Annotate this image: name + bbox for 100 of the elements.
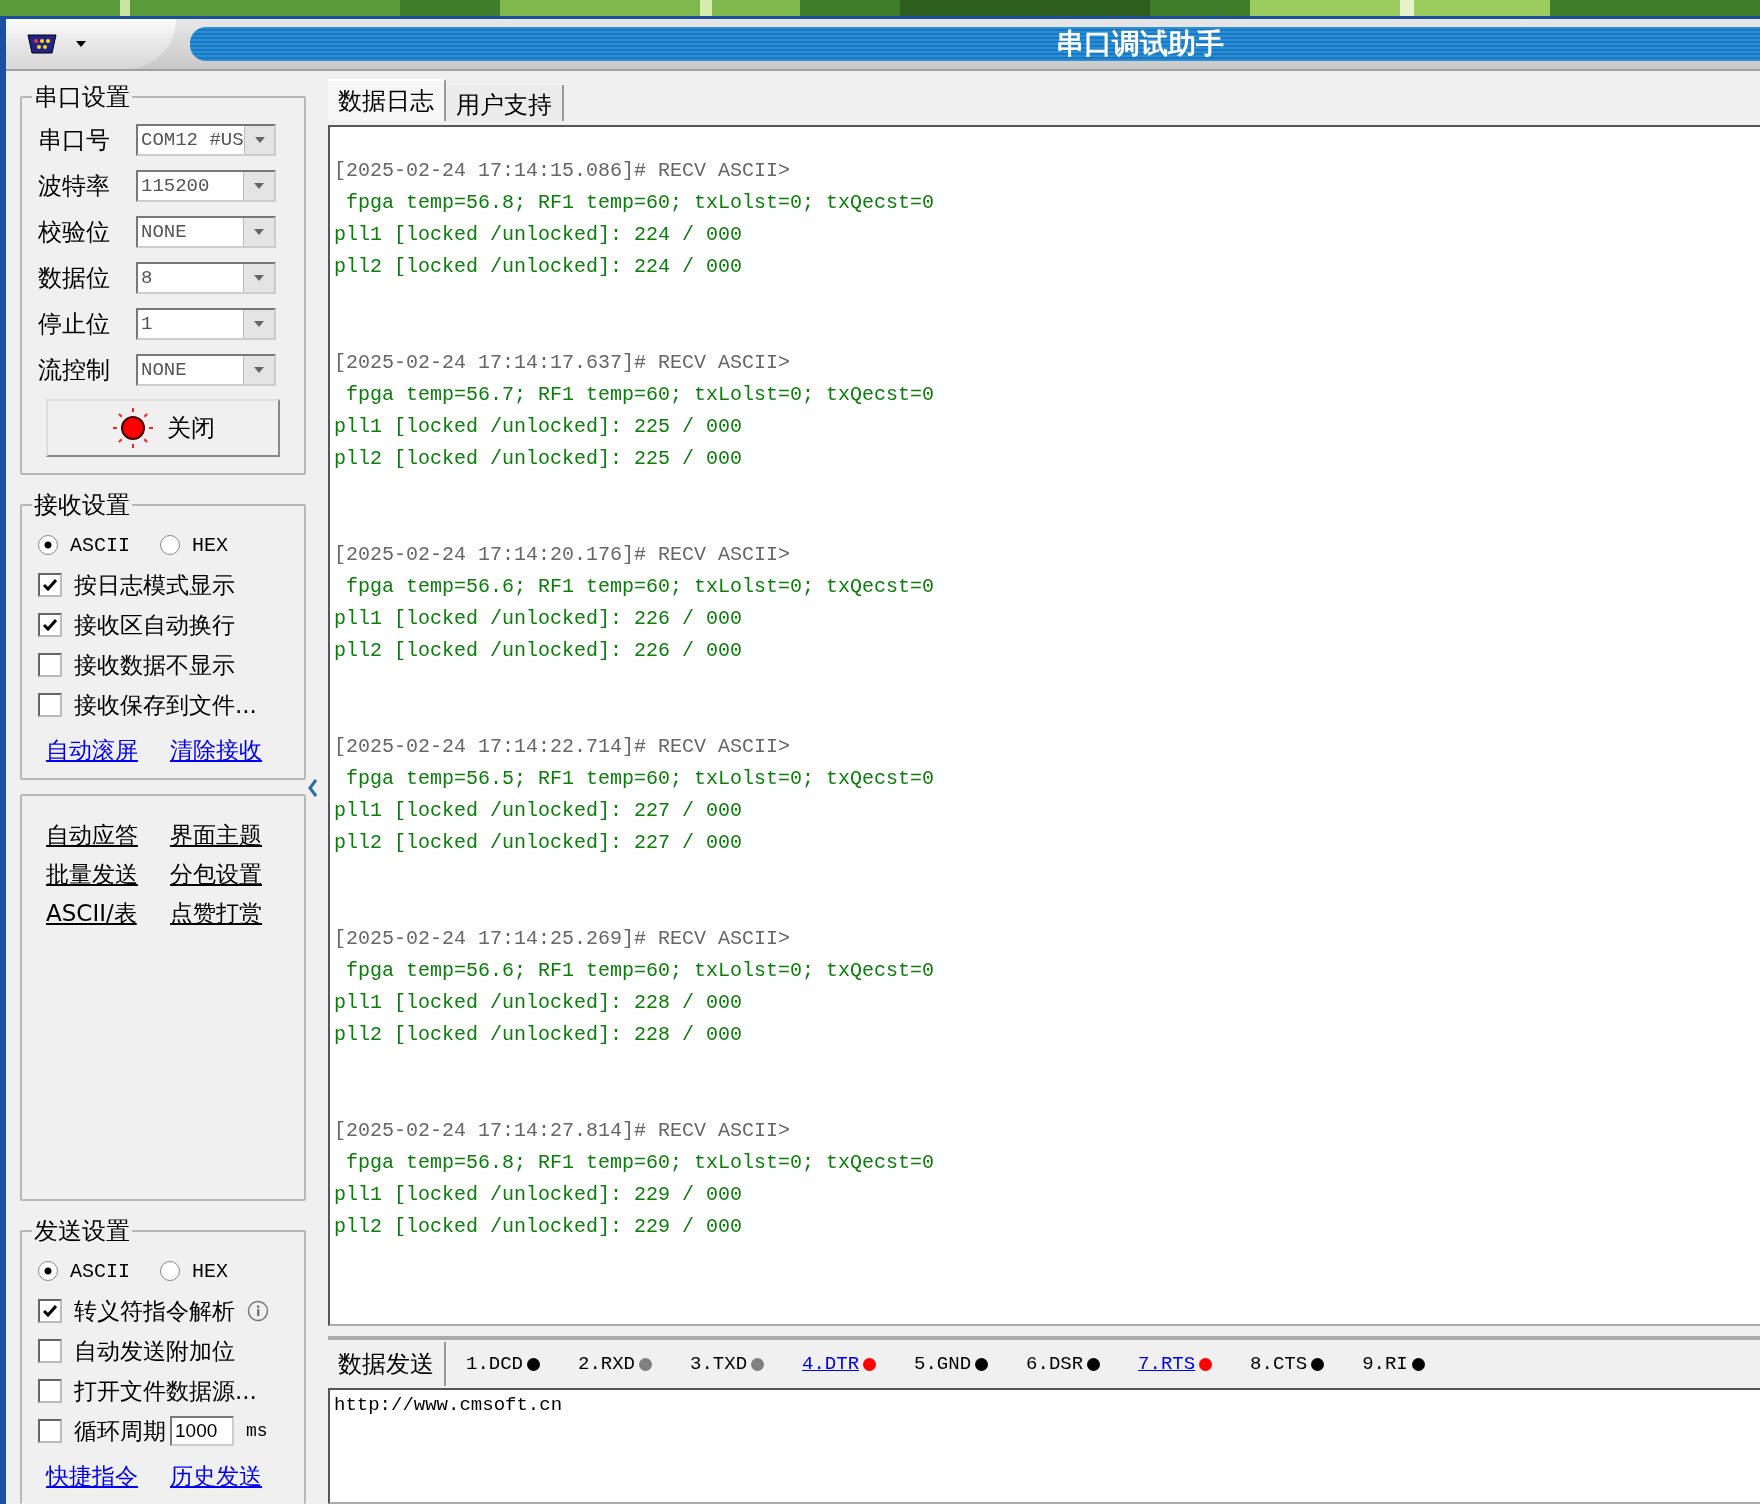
dropdown-caret-icon — [253, 136, 266, 144]
link[interactable]: 自动应答 — [46, 820, 156, 851]
window-title: 串口调试助手 — [1056, 26, 1224, 62]
unit-label: ms — [246, 1421, 268, 1441]
group-title: 发送设置 — [33, 1216, 131, 1247]
checkbox-label: 接收保存到文件... — [74, 690, 257, 720]
log-line: pll1 [locked /unlocked]: 224 / 000 — [334, 222, 743, 248]
link[interactable]: 自动滚屏 — [46, 735, 156, 766]
log-header: [2025-02-24 17:14:17.637]# RECV ASCII> — [334, 350, 791, 376]
link[interactable]: ASCII/表 — [46, 898, 156, 929]
checkmark-icon — [43, 619, 57, 631]
checkbox-label: 自动发送附加位 — [74, 1336, 235, 1366]
dropdown-caret-icon — [253, 182, 265, 190]
pin-label: 5.GND — [914, 1353, 972, 1375]
radio-button[interactable] — [160, 535, 180, 555]
tab[interactable]: 用户支持 — [446, 85, 564, 121]
log-line: pll1 [locked /unlocked]: 225 / 000 — [334, 414, 743, 440]
checkbox[interactable] — [38, 1419, 62, 1443]
close-port-button[interactable]: 关闭 — [46, 399, 280, 457]
serial-port-icon — [26, 33, 58, 55]
dropdown[interactable]: 1 — [136, 308, 276, 340]
link[interactable]: 分包设置 — [170, 859, 280, 890]
caret-icon — [76, 41, 86, 47]
pin-link[interactable]: 7.RTS — [1138, 1353, 1196, 1375]
dropdown[interactable]: 8 — [136, 262, 276, 294]
log-line: pll2 [locked /unlocked]: 226 / 000 — [334, 638, 743, 664]
field-label: 流控制 — [38, 355, 111, 386]
checkbox[interactable] — [38, 613, 62, 637]
dropdown[interactable]: 115200 — [136, 170, 276, 202]
log-header: [2025-02-24 17:14:25.269]# RECV ASCII> — [334, 926, 791, 952]
log-line: pll2 [locked /unlocked]: 225 / 000 — [334, 446, 743, 472]
send-input-field[interactable]: http://www.cmsoft.cn — [328, 1388, 1760, 1504]
field-label: 停止位 — [38, 309, 111, 340]
tab[interactable]: 数据日志 — [328, 79, 446, 121]
checkmark-icon — [43, 579, 57, 591]
radio-button[interactable] — [38, 1261, 58, 1281]
link[interactable]: 界面主题 — [170, 820, 280, 851]
pin-label: 2.RXD — [578, 1353, 636, 1375]
radio-label: HEX — [192, 1259, 229, 1283]
log-line: pll2 [locked /unlocked]: 224 / 000 — [334, 254, 743, 280]
log-header: [2025-02-24 17:14:20.176]# RECV ASCII> — [334, 542, 791, 568]
radio-label: HEX — [192, 533, 229, 557]
log-line: fpga temp=56.7; RF1 temp=60; txLolst=0; txQecst=0 — [345, 382, 935, 408]
link[interactable]: 点赞打赏 — [170, 898, 280, 929]
log-line: fpga temp=56.8; RF1 temp=60; txLolst=0; txQecst=0 — [345, 1150, 935, 1176]
log-line: pll2 [locked /unlocked]: 227 / 000 — [334, 830, 743, 856]
field-label: 数据位 — [38, 263, 111, 294]
dropdown-caret-icon — [253, 320, 265, 328]
checkbox[interactable] — [38, 693, 62, 717]
dropdown-caret-icon — [253, 228, 265, 236]
dropdown[interactable]: COM12 #US — [136, 124, 276, 156]
log-line: pll2 [locked /unlocked]: 228 / 000 — [334, 1022, 743, 1048]
checkbox-label: 按日志模式显示 — [74, 570, 235, 600]
field-label: 波特率 — [38, 171, 111, 202]
log-line: pll2 [locked /unlocked]: 229 / 000 — [334, 1214, 743, 1240]
info-icon[interactable] — [247, 1300, 269, 1322]
radio-label: ASCII — [70, 533, 130, 557]
log-line: pll1 [locked /unlocked]: 226 / 000 — [334, 606, 743, 632]
pin-label: 1.DCD — [466, 1353, 523, 1375]
checkbox-label: 转义符指令解析 — [74, 1296, 235, 1326]
field-label: 校验位 — [38, 217, 111, 248]
checkbox[interactable] — [38, 1379, 62, 1403]
log-line: pll1 [locked /unlocked]: 227 / 000 — [334, 798, 743, 824]
log-header: [2025-02-24 17:14:15.086]# RECV ASCII> — [334, 158, 791, 184]
checkbox[interactable] — [38, 573, 62, 597]
dropdown[interactable]: NONE — [136, 216, 276, 248]
checkbox-label: 接收区自动换行 — [74, 610, 235, 640]
checkbox-label: 循环周期 — [74, 1416, 166, 1446]
log-line: pll1 [locked /unlocked]: 229 / 000 — [334, 1182, 743, 1208]
checkbox[interactable] — [38, 1339, 62, 1363]
radio-label: ASCII — [70, 1259, 130, 1283]
checkmark-icon — [43, 1305, 57, 1317]
link[interactable]: 快捷指令 — [46, 1461, 156, 1492]
log-header: [2025-02-24 17:14:22.714]# RECV ASCII> — [334, 734, 791, 760]
link[interactable]: 批量发送 — [46, 859, 156, 890]
log-line: fpga temp=56.8; RF1 temp=60; txLolst=0; txQecst=0 — [345, 190, 935, 216]
period-field[interactable]: 1000 — [170, 1416, 234, 1446]
group-title: 串口设置 — [33, 82, 131, 113]
link[interactable]: 清除接收 — [170, 735, 280, 766]
radio-button[interactable] — [38, 535, 58, 555]
dropdown-caret-icon — [253, 274, 265, 282]
link[interactable]: 历史发送 — [170, 1461, 280, 1492]
dropdown-caret-icon — [253, 366, 265, 374]
pin-label: 8.CTS — [1250, 1353, 1308, 1375]
field-label: 串口号 — [38, 125, 111, 156]
dropdown[interactable]: NONE — [136, 354, 276, 386]
log-line: fpga temp=56.5; RF1 temp=60; txLolst=0; txQecst=0 — [345, 766, 935, 792]
log-header: [2025-02-24 17:14:27.814]# RECV ASCII> — [334, 1118, 791, 1144]
log-line: pll1 [locked /unlocked]: 228 / 000 — [334, 990, 743, 1016]
radio-button[interactable] — [160, 1261, 180, 1281]
app-menu-button[interactable] — [6, 19, 176, 69]
log-line: fpga temp=56.6; RF1 temp=60; txLolst=0; txQecst=0 — [345, 958, 935, 984]
checkbox[interactable] — [38, 653, 62, 677]
checkbox[interactable] — [38, 1299, 62, 1323]
log-line: fpga temp=56.6; RF1 temp=60; txLolst=0; txQecst=0 — [345, 574, 935, 600]
pin-label: 6.DSR — [1026, 1353, 1084, 1375]
group-title: 接收设置 — [33, 490, 131, 521]
pin-link[interactable]: 4.DTR — [802, 1353, 860, 1375]
pin-label: 9.RI — [1362, 1353, 1408, 1375]
checkbox-label: 接收数据不显示 — [74, 650, 235, 680]
